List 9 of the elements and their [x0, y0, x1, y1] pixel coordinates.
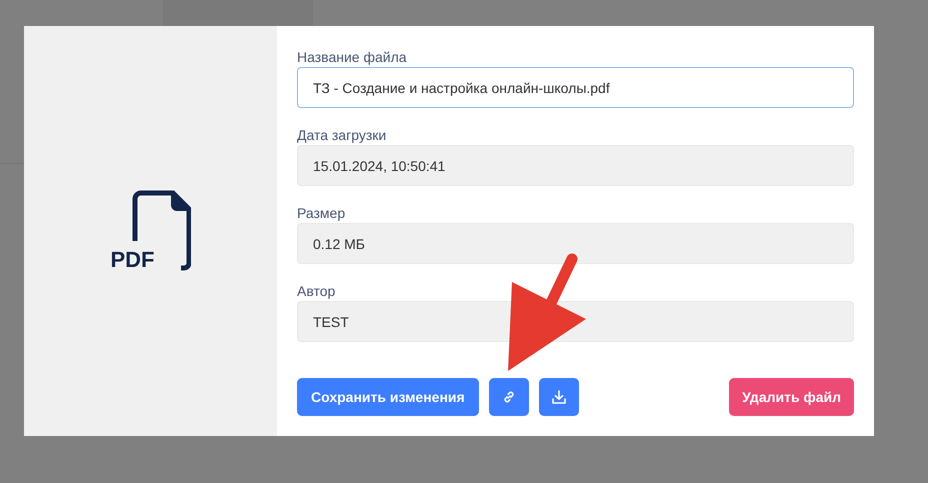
field-label: Автор	[297, 282, 336, 300]
input-field[interactable]: ТЗ - Создание и настройка онлайн-школы.pdf	[297, 67, 854, 108]
input-field[interactable]: 0.12 МБ	[297, 223, 854, 264]
field-label: Размер	[297, 204, 346, 222]
delete-button[interactable]: Удалить файл	[729, 378, 854, 416]
field-label: Название файла	[297, 48, 408, 66]
input-field[interactable]: 15.01.2024, 10:50:41	[297, 145, 854, 186]
field-label: Дата загрузки	[297, 126, 388, 144]
save-button[interactable]: Сохранить изменения	[297, 378, 479, 416]
